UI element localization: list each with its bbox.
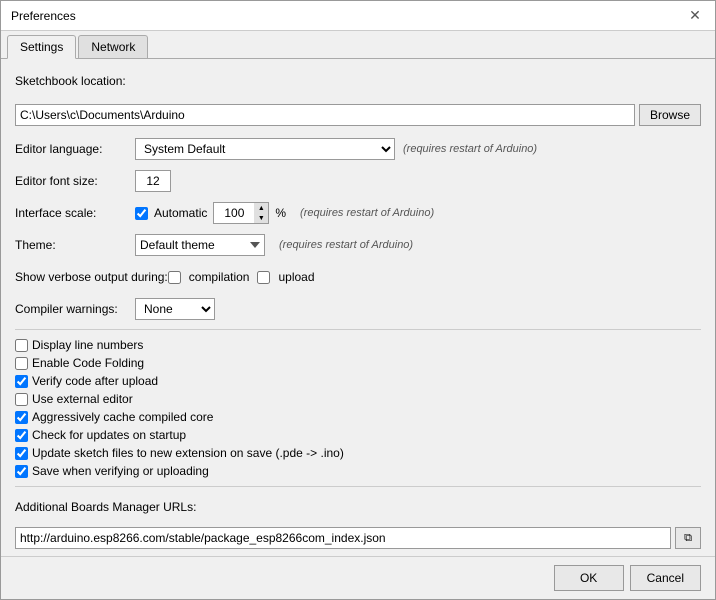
- sketchbook-input[interactable]: [15, 104, 635, 126]
- compiler-warnings-row: Compiler warnings: NoneDefaultMoreAll: [15, 297, 701, 321]
- save-when-verifying-checkbox[interactable]: [15, 465, 28, 478]
- editor-font-row: Editor font size:: [15, 169, 701, 193]
- settings-content: Sketchbook location: Browse Editor langu…: [1, 59, 715, 556]
- aggressively-cache-checkbox[interactable]: [15, 411, 28, 424]
- checkbox-display-line-numbers: Display line numbers: [15, 338, 701, 352]
- boards-manager-label-row: Additional Boards Manager URLs:: [15, 495, 701, 519]
- interface-scale-row: Interface scale: Automatic ▲ ▼ % (requir…: [15, 201, 701, 225]
- interface-scale-label: Interface scale:: [15, 206, 135, 220]
- save-when-verifying-label[interactable]: Save when verifying or uploading: [32, 464, 209, 478]
- sketchbook-row: Sketchbook location:: [15, 71, 701, 95]
- verbose-compilation-checkbox[interactable]: [168, 271, 181, 284]
- footer: OK Cancel: [1, 556, 715, 599]
- display-line-numbers-label[interactable]: Display line numbers: [32, 338, 143, 352]
- editor-font-label: Editor font size:: [15, 174, 135, 188]
- check-updates-label[interactable]: Check for updates on startup: [32, 428, 186, 442]
- title-bar: Preferences ✕: [1, 1, 715, 31]
- external-editor-checkbox[interactable]: [15, 393, 28, 406]
- compiler-warnings-label: Compiler warnings:: [15, 302, 135, 316]
- checkbox-check-updates: Check for updates on startup: [15, 428, 701, 442]
- enable-code-folding-label[interactable]: Enable Code Folding: [32, 356, 144, 370]
- display-line-numbers-checkbox[interactable]: [15, 339, 28, 352]
- verbose-compilation-label: compilation: [189, 270, 250, 284]
- auto-scale-label: Automatic: [154, 206, 207, 220]
- scale-spinner: ▲ ▼: [213, 202, 269, 224]
- theme-hint: (requires restart of Arduino): [279, 239, 413, 251]
- scale-value-input[interactable]: [214, 203, 254, 223]
- scale-hint: (requires restart of Arduino): [300, 207, 434, 219]
- enable-code-folding-checkbox[interactable]: [15, 357, 28, 370]
- close-button[interactable]: ✕: [685, 6, 705, 26]
- editor-language-label: Editor language:: [15, 142, 135, 156]
- editor-font-input[interactable]: [135, 170, 171, 192]
- editor-language-select[interactable]: System Default: [135, 138, 395, 160]
- verbose-row: Show verbose output during: compilation …: [15, 265, 701, 289]
- dialog-title: Preferences: [11, 9, 76, 23]
- checkbox-save-when-verifying: Save when verifying or uploading: [15, 464, 701, 478]
- auto-scale-checkbox[interactable]: [135, 207, 148, 220]
- update-sketch-checkbox[interactable]: [15, 447, 28, 460]
- verbose-upload-label: upload: [278, 270, 314, 284]
- theme-label: Theme:: [15, 238, 135, 252]
- checkboxes-section: Display line numbers Enable Code Folding…: [15, 338, 701, 478]
- boards-manager-url-button[interactable]: ⧉: [675, 527, 701, 549]
- sketchbook-input-row: Browse: [15, 103, 701, 127]
- checkbox-code-folding: Enable Code Folding: [15, 356, 701, 370]
- tab-network[interactable]: Network: [78, 35, 148, 58]
- spinner-buttons: ▲ ▼: [254, 203, 268, 223]
- verify-code-checkbox[interactable]: [15, 375, 28, 388]
- checkbox-aggressively-cache: Aggressively cache compiled core: [15, 410, 701, 424]
- boards-manager-url-input[interactable]: [15, 527, 671, 549]
- theme-controls: Default theme (requires restart of Ardui…: [135, 234, 413, 256]
- verbose-label: Show verbose output during:: [15, 270, 168, 284]
- boards-manager-url-row: ⧉: [15, 527, 701, 549]
- editor-language-row: Editor language: System Default (require…: [15, 137, 701, 161]
- browse-button[interactable]: Browse: [639, 104, 701, 126]
- spinner-up-button[interactable]: ▲: [254, 203, 268, 213]
- scale-pct-label: %: [275, 206, 286, 220]
- scale-controls: Automatic ▲ ▼ % (requires restart of Ard…: [135, 202, 434, 224]
- ok-button[interactable]: OK: [554, 565, 624, 591]
- tabs-container: Settings Network: [1, 31, 715, 59]
- tab-settings[interactable]: Settings: [7, 35, 76, 59]
- cancel-button[interactable]: Cancel: [630, 565, 701, 591]
- external-editor-label[interactable]: Use external editor: [32, 392, 133, 406]
- check-updates-checkbox[interactable]: [15, 429, 28, 442]
- verbose-controls: compilation upload: [168, 270, 315, 284]
- theme-row: Theme: Default theme (requires restart o…: [15, 233, 701, 257]
- verify-code-label[interactable]: Verify code after upload: [32, 374, 158, 388]
- checkbox-update-sketch: Update sketch files to new extension on …: [15, 446, 701, 460]
- aggressively-cache-label[interactable]: Aggressively cache compiled core: [32, 410, 213, 424]
- verbose-upload-checkbox[interactable]: [257, 271, 270, 284]
- editor-language-hint: (requires restart of Arduino): [403, 143, 537, 155]
- preferences-dialog: Preferences ✕ Settings Network Sketchboo…: [0, 0, 716, 600]
- update-sketch-label[interactable]: Update sketch files to new extension on …: [32, 446, 344, 460]
- theme-select[interactable]: Default theme: [135, 234, 265, 256]
- checkbox-external-editor: Use external editor: [15, 392, 701, 406]
- boards-manager-label: Additional Boards Manager URLs:: [15, 500, 196, 514]
- sketchbook-label: Sketchbook location:: [15, 74, 126, 88]
- checkbox-verify-code: Verify code after upload: [15, 374, 701, 388]
- compiler-warnings-select[interactable]: NoneDefaultMoreAll: [135, 298, 215, 320]
- spinner-down-button[interactable]: ▼: [254, 213, 268, 223]
